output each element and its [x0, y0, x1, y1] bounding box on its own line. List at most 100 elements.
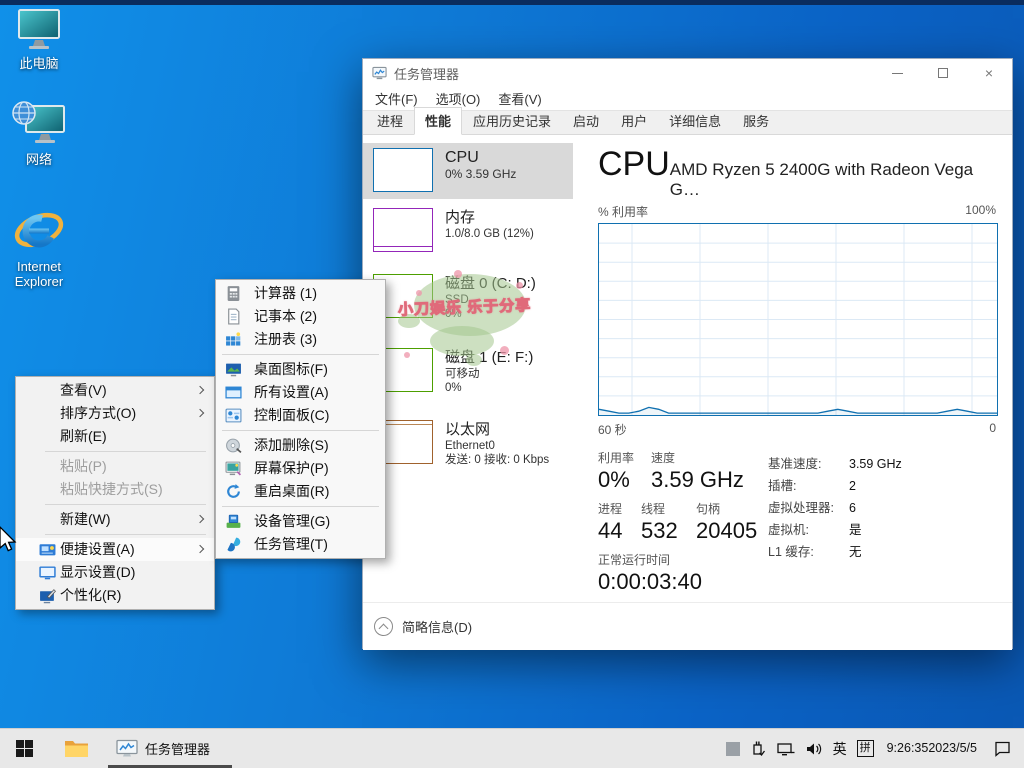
- menu-separator: [222, 430, 379, 431]
- menu-item-refresh[interactable]: 刷新(E): [16, 425, 214, 448]
- submenu-item-device-manager[interactable]: 设备管理(G): [216, 510, 385, 533]
- menu-item-quick-settings[interactable]: 便捷设置(A): [16, 538, 214, 561]
- speaker-icon: [806, 743, 821, 754]
- tray-language-indicator[interactable]: 英: [828, 729, 852, 768]
- titlebar: 任务管理器 ×: [363, 59, 1012, 87]
- all-settings-icon: [225, 384, 242, 401]
- internet-explorer-icon: [14, 212, 64, 248]
- sidebar-item-memory[interactable]: 内存 1.0/8.0 GB (12%): [363, 203, 573, 259]
- stat-threads: 线程 532: [641, 502, 678, 543]
- tab-services[interactable]: 服务: [732, 107, 780, 135]
- menu-file[interactable]: 文件(F): [366, 89, 427, 108]
- cpu-spec-list: 基准速度: 3.59 GHz 插槽: 2 虚拟处理器: 6 虚拟机: 是 L1 缓存: 无: [768, 457, 902, 559]
- tab-users[interactable]: 用户: [610, 107, 658, 135]
- tab-strip: 进程 性能 应用历史记录 启动 用户 详细信息 服务: [363, 107, 1012, 135]
- task-manager-window: 任务管理器 × 文件(F) 选项(O) 查看(V) 进程 性能 应用历史记录 启…: [362, 58, 1013, 650]
- desktop-icon-this-pc[interactable]: 此电脑: [0, 8, 78, 71]
- stat-utilization: 利用率 0%: [598, 451, 635, 492]
- close-button[interactable]: ×: [966, 59, 1012, 87]
- action-center-button[interactable]: [985, 729, 1024, 768]
- maximize-button[interactable]: [920, 59, 966, 87]
- tab-details[interactable]: 详细信息: [658, 107, 732, 135]
- task-manage-icon: [225, 536, 242, 553]
- chart-max-label: 100%: [965, 203, 996, 217]
- display-settings-icon: [39, 564, 56, 581]
- desktop-icon-label: 此电脑: [19, 56, 59, 71]
- tray-ime-indicator[interactable]: 拼: [852, 729, 879, 768]
- desktop-icon-network[interactable]: 网络: [0, 100, 78, 167]
- desktop-icons-icon: [225, 361, 242, 378]
- action-center-icon: [995, 741, 1010, 757]
- tray-hidden-icons[interactable]: [721, 729, 745, 768]
- chevron-right-icon: [195, 408, 205, 418]
- sidebar-item-disk1[interactable]: 磁盘 1 (E: F:) 可移动 0%: [363, 343, 573, 405]
- taskbar-task-manager-button[interactable]: 任务管理器: [108, 729, 232, 768]
- menu-item-view[interactable]: 查看(V): [16, 379, 214, 402]
- tray-app-icon: [725, 741, 740, 756]
- clock-time: 9:26:35: [886, 741, 929, 755]
- menu-view[interactable]: 查看(V): [489, 89, 550, 108]
- menu-separator: [45, 534, 206, 535]
- desktop-icon-internet-explorer[interactable]: Internet Explorer: [0, 207, 78, 289]
- desktop-context-menu: 查看(V) 排序方式(O) 刷新(E) 粘贴(P) 粘贴快捷方式(S) 新建(W…: [15, 376, 215, 610]
- tray-usb[interactable]: [745, 729, 771, 768]
- menu-separator: [45, 504, 206, 505]
- tab-app-history[interactable]: 应用历史记录: [462, 107, 562, 135]
- clock-date: 2023/5/5: [928, 741, 977, 755]
- start-button[interactable]: [0, 729, 48, 768]
- network-icon: [12, 101, 65, 143]
- control-panel-icon: [225, 407, 242, 424]
- menu-options[interactable]: 选项(O): [427, 89, 490, 108]
- minimize-button[interactable]: [874, 59, 920, 87]
- cpu-model: AMD Ryzen 5 2400G with Radeon Vega G…: [669, 160, 974, 199]
- chart-axis-label: % 利用率: [598, 205, 649, 219]
- tray-network[interactable]: [771, 729, 800, 768]
- cpu-heading: CPU: [598, 145, 670, 183]
- desktop: 此电脑 网络 Internet Explorer 任务管理器 × 文件(F) 选…: [0, 0, 1024, 768]
- sidebar-item-disk0[interactable]: 磁盘 0 (C: D:) SSD 0%: [363, 269, 573, 331]
- file-explorer-button[interactable]: [52, 729, 100, 768]
- desktop-icon-label: Internet Explorer: [14, 259, 64, 289]
- this-pc-icon: [18, 9, 60, 49]
- submenu-item-desktop-icons[interactable]: 桌面图标(F): [216, 358, 385, 381]
- summary-view-toggle[interactable]: 简略信息(D): [363, 602, 1012, 650]
- submenu-item-notepad[interactable]: 记事本 (2): [216, 305, 385, 328]
- quick-settings-submenu: 计算器 (1) 记事本 (2) 注册表 (3) 桌面图标(F) 所有设置(A): [215, 279, 386, 559]
- usb-eject-icon: [752, 741, 765, 756]
- submenu-item-task-manage[interactable]: 任务管理(T): [216, 533, 385, 556]
- notepad-icon: [225, 308, 242, 325]
- folder-icon: [64, 740, 88, 757]
- tab-performance[interactable]: 性能: [414, 107, 463, 135]
- screensaver-icon: [225, 460, 242, 477]
- cpu-usage-chart: [598, 223, 998, 419]
- sidebar-item-ethernet[interactable]: 以太网 Ethernet0 发送: 0 接收: 0 Kbps: [363, 415, 573, 477]
- menu-item-personalize[interactable]: 个性化(R): [16, 584, 214, 607]
- menu-item-new[interactable]: 新建(W): [16, 508, 214, 531]
- tab-startup[interactable]: 启动: [562, 107, 610, 135]
- submenu-item-restart-desktop[interactable]: 重启桌面(R): [216, 480, 385, 503]
- chart-zero-label: 0: [989, 421, 996, 435]
- submenu-item-add-remove[interactable]: 添加删除(S): [216, 434, 385, 457]
- submenu-item-screensaver[interactable]: 屏幕保护(P): [216, 457, 385, 480]
- stat-handles: 句柄 20405: [696, 502, 758, 543]
- sidebar-item-cpu[interactable]: CPU 0% 3.59 GHz: [363, 143, 573, 199]
- calculator-icon: [225, 285, 242, 302]
- restart-desktop-icon: [225, 483, 242, 500]
- submenu-item-all-settings[interactable]: 所有设置(A): [216, 381, 385, 404]
- submenu-item-control-panel[interactable]: 控制面板(C): [216, 404, 385, 427]
- chevron-right-icon: [195, 544, 205, 554]
- windows-logo-icon: [15, 740, 33, 757]
- submenu-item-calculator[interactable]: 计算器 (1): [216, 282, 385, 305]
- tab-processes[interactable]: 进程: [366, 107, 414, 135]
- menu-separator: [222, 506, 379, 507]
- tray-volume[interactable]: [800, 729, 828, 768]
- menu-separator: [222, 354, 379, 355]
- menu-item-sort-by[interactable]: 排序方式(O): [16, 402, 214, 425]
- memory-thumbnail: [373, 208, 433, 252]
- device-manager-icon: [225, 513, 242, 530]
- tray-clock[interactable]: 9:26:35 2023/5/5: [879, 729, 985, 768]
- menu-item-display-settings[interactable]: 显示设置(D): [16, 561, 214, 584]
- cpu-panel: CPU AMD Ryzen 5 2400G with Radeon Vega G…: [581, 135, 1012, 602]
- submenu-item-registry[interactable]: 注册表 (3): [216, 328, 385, 351]
- task-button-label: 任务管理器: [145, 742, 211, 757]
